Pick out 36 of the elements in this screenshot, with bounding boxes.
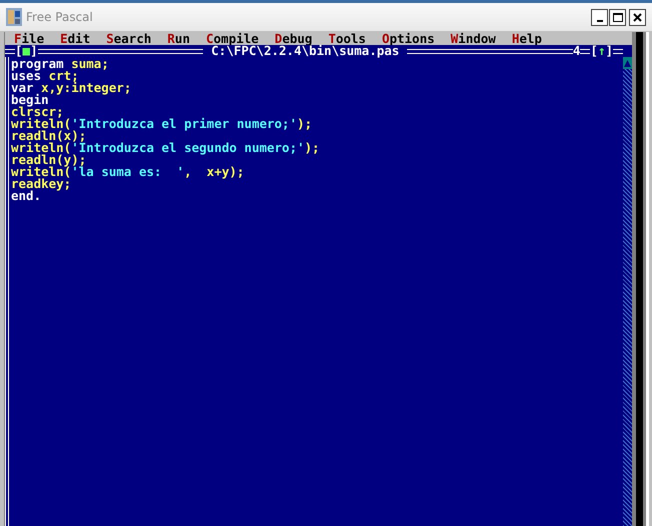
code-line: writeln('Introduzca el segundo numero;'); xyxy=(11,142,321,154)
close-box[interactable]: [■] xyxy=(15,45,38,57)
menu-item[interactable]: Edit xyxy=(52,32,98,44)
menu-item[interactable]: Debug xyxy=(266,32,320,44)
app-icon xyxy=(6,8,22,26)
code-line: writeln('Introduzca el primer numero;'); xyxy=(11,118,314,130)
vertical-scrollbar[interactable] xyxy=(623,57,632,526)
minimize-icon xyxy=(596,20,602,22)
minimize-button[interactable] xyxy=(591,8,608,26)
window-number: 4 xyxy=(572,45,580,57)
code-line: readkey; xyxy=(11,178,72,190)
code-line: end. xyxy=(11,190,42,202)
code-line: clrscr; xyxy=(11,106,64,118)
menu-item[interactable]: Options xyxy=(374,32,443,44)
menu-item[interactable]: Help xyxy=(504,32,550,44)
file-path-title: C:\FPC\2.2.4\bin\suma.pas xyxy=(211,45,400,57)
menu-item[interactable]: Tools xyxy=(320,32,374,44)
zoom-box[interactable]: [↑] xyxy=(590,45,613,57)
maximize-icon xyxy=(612,12,622,22)
close-button[interactable] xyxy=(629,8,646,26)
menu-item[interactable]: Search xyxy=(98,32,160,44)
menu-item[interactable]: Window xyxy=(442,32,504,44)
scroll-up-button[interactable] xyxy=(623,57,632,69)
window-title: Free Pascal xyxy=(26,9,93,26)
menu-item[interactable]: File xyxy=(6,32,52,44)
code-line: readln(x); xyxy=(11,130,86,142)
code-line: writeln('la suma es: ', x+y); xyxy=(11,166,246,178)
menu-item[interactable]: Run xyxy=(159,32,198,44)
maximize-button[interactable] xyxy=(609,8,626,26)
code-line: begin xyxy=(11,94,49,106)
code-line: program suma; xyxy=(11,58,110,70)
menu-item[interactable]: Compile xyxy=(198,32,267,44)
code-line: uses crt; xyxy=(11,70,79,82)
code-line: var x,y:integer; xyxy=(11,82,132,94)
close-icon xyxy=(633,12,642,22)
code-line: readln(y); xyxy=(11,154,86,166)
